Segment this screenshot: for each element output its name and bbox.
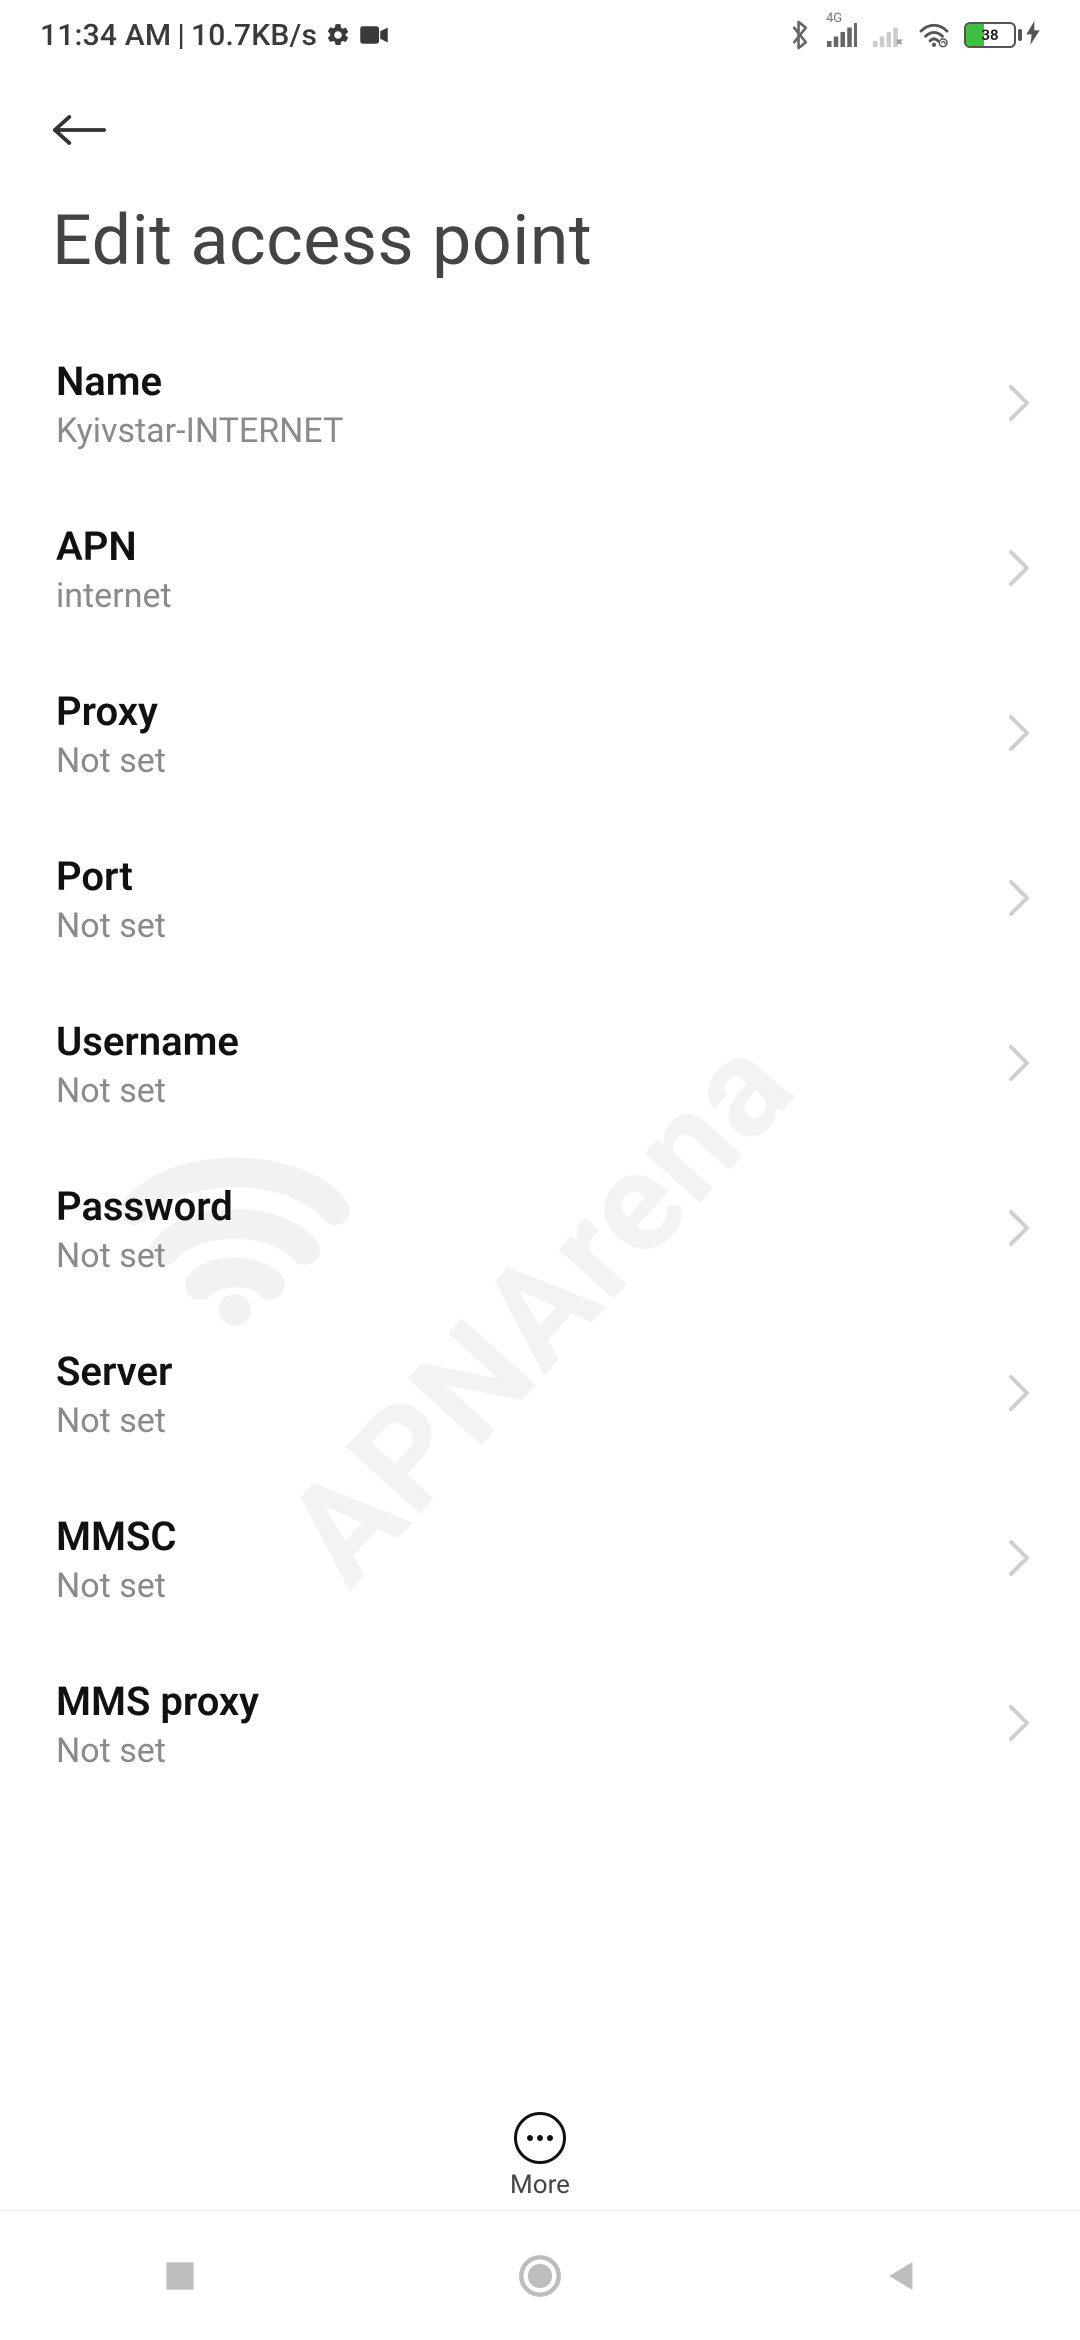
row-value: Not set <box>56 1566 177 1606</box>
nav-recents-button[interactable] <box>110 2241 250 2311</box>
chevron-right-icon <box>1006 878 1032 922</box>
bluetooth-icon <box>788 19 812 51</box>
row-value: Not set <box>56 1071 239 1111</box>
battery-icon: 38 <box>964 21 1040 49</box>
fade-overlay <box>0 1990 1080 2080</box>
chevron-right-icon <box>1006 1703 1032 1747</box>
status-time: 11:34 AM <box>40 18 171 53</box>
row-port[interactable]: Port Not set <box>0 817 1080 982</box>
more-button[interactable]: More <box>510 2112 570 2200</box>
row-server[interactable]: Server Not set <box>0 1312 1080 1477</box>
row-mms-proxy[interactable]: MMS proxy Not set <box>0 1642 1080 1807</box>
row-label: Password <box>56 1183 233 1230</box>
row-value: Not set <box>56 906 166 946</box>
chevron-right-icon <box>1006 1538 1032 1582</box>
status-bar: 11:34 AM | 10.7KB/s 4G <box>0 0 1080 70</box>
row-value: Not set <box>56 741 166 781</box>
camera-icon <box>359 24 389 46</box>
row-mmsc[interactable]: MMSC Not set <box>0 1477 1080 1642</box>
row-value: internet <box>56 576 172 616</box>
row-value: Not set <box>56 1401 172 1441</box>
status-separator: | <box>177 18 185 53</box>
charging-bolt-icon <box>1026 21 1040 49</box>
row-label: Username <box>56 1018 239 1065</box>
chevron-right-icon <box>1006 1208 1032 1252</box>
wifi-icon <box>918 22 950 48</box>
chevron-right-icon <box>1006 713 1032 757</box>
settings-list: Name Kyivstar-INTERNET APN internet Prox… <box>0 322 1080 1807</box>
row-label: MMSC <box>56 1513 177 1560</box>
square-icon <box>163 2259 197 2293</box>
circle-icon <box>518 2254 562 2298</box>
chevron-right-icon <box>1006 1043 1032 1087</box>
row-label: Proxy <box>56 688 166 735</box>
row-username[interactable]: Username Not set <box>0 982 1080 1147</box>
row-apn[interactable]: APN internet <box>0 487 1080 652</box>
back-button[interactable] <box>48 100 108 160</box>
bottom-action-bar: More <box>0 2102 1080 2200</box>
row-value: Not set <box>56 1731 259 1771</box>
page-title: Edit access point <box>0 170 1080 322</box>
status-net-speed: 10.7KB/s <box>191 18 317 53</box>
status-left: 11:34 AM | 10.7KB/s <box>40 18 389 53</box>
row-label: Name <box>56 358 343 405</box>
row-label: Server <box>56 1348 172 1395</box>
signal-sim2-icon <box>872 23 904 47</box>
chevron-right-icon <box>1006 383 1032 427</box>
row-password[interactable]: Password Not set <box>0 1147 1080 1312</box>
row-value: Not set <box>56 1236 233 1276</box>
row-name[interactable]: Name Kyivstar-INTERNET <box>0 322 1080 487</box>
row-label: APN <box>56 523 172 570</box>
arrow-left-icon <box>49 110 107 150</box>
system-nav-bar <box>0 2210 1080 2340</box>
row-label: MMS proxy <box>56 1678 259 1725</box>
row-proxy[interactable]: Proxy Not set <box>0 652 1080 817</box>
more-icon <box>514 2112 566 2164</box>
chevron-right-icon <box>1006 1373 1032 1417</box>
signal-sim1-icon: 4G <box>826 23 858 47</box>
nav-back-button[interactable] <box>830 2241 970 2311</box>
chevron-right-icon <box>1006 548 1032 592</box>
status-right: 4G 38 <box>788 19 1040 51</box>
row-value: Kyivstar-INTERNET <box>56 411 343 451</box>
gear-icon <box>325 22 351 48</box>
nav-home-button[interactable] <box>470 2241 610 2311</box>
triangle-left-icon <box>884 2259 916 2293</box>
more-label: More <box>510 2170 570 2200</box>
row-label: Port <box>56 853 166 900</box>
